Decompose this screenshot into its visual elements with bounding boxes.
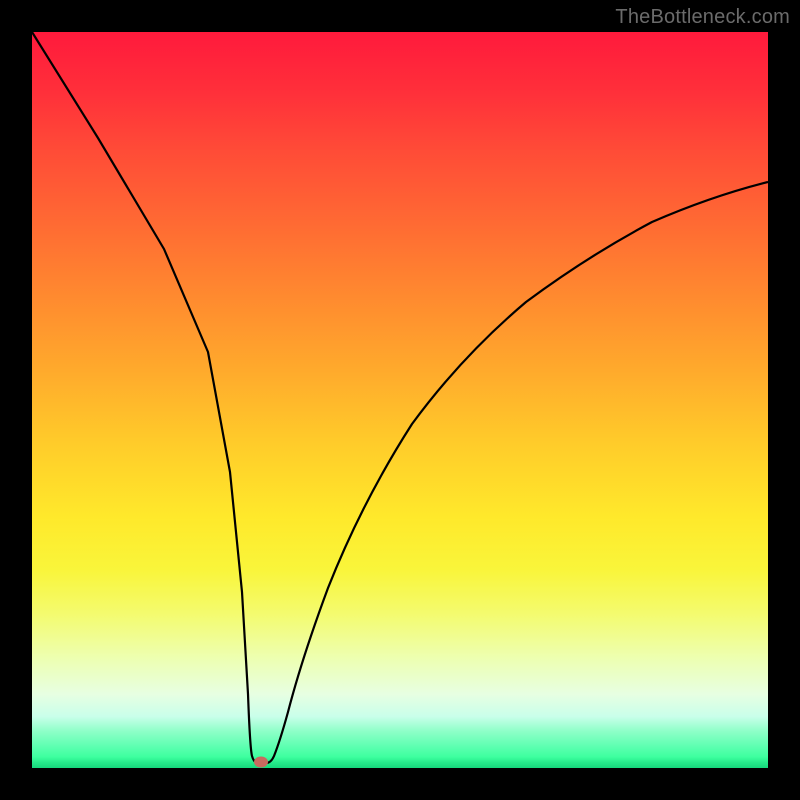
curve-min-marker <box>254 757 268 768</box>
chart-frame: TheBottleneck.com <box>0 0 800 800</box>
watermark-text: TheBottleneck.com <box>615 6 790 29</box>
plot-area <box>32 32 768 768</box>
bottleneck-curve-path <box>32 32 768 763</box>
curve-svg <box>32 32 768 768</box>
